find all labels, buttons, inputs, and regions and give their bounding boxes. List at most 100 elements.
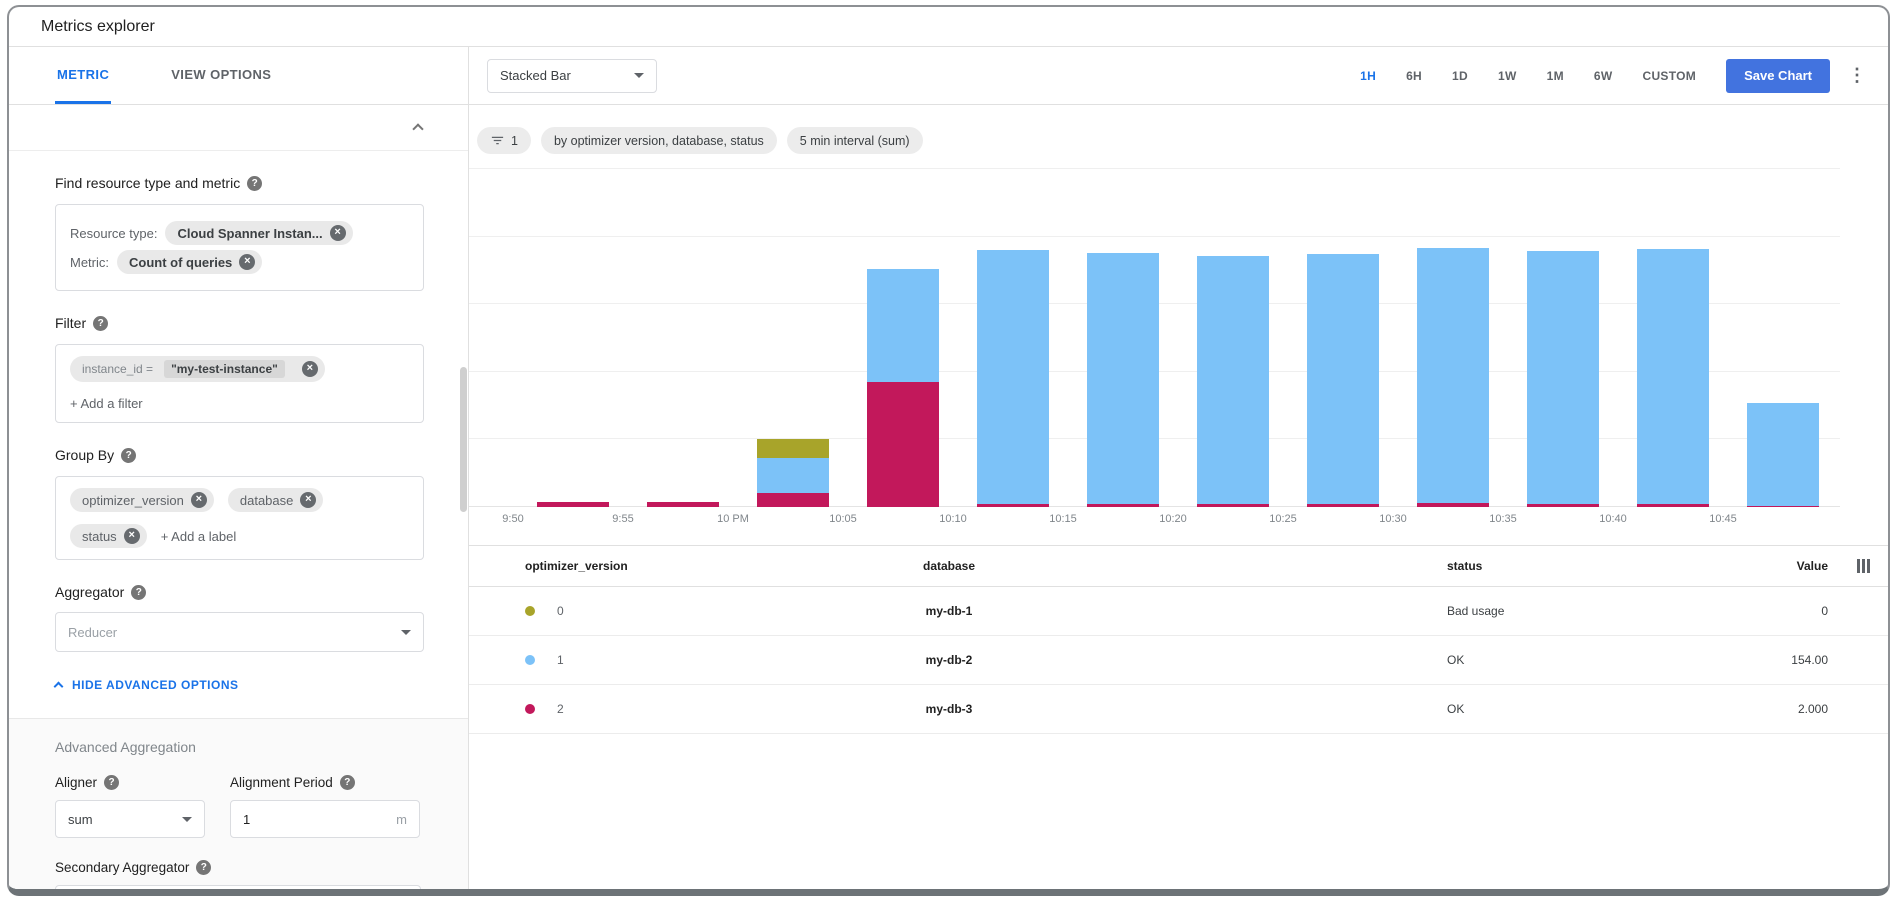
stacked-bar[interactable] [1747, 403, 1819, 507]
legend-row[interactable]: 0my-db-1Bad usage0 [469, 587, 1888, 636]
bar-segment-blue[interactable] [1527, 251, 1599, 504]
time-range-6w[interactable]: 6W [1594, 69, 1613, 83]
column-settings-icon[interactable] [1857, 559, 1870, 573]
help-icon[interactable]: ? [104, 775, 119, 790]
legend-optimizer-cell: 1 [525, 653, 564, 667]
panel-scrollbar-thumb[interactable] [460, 367, 467, 512]
aligner-label: Aligner [55, 775, 97, 790]
resource-type-chip[interactable]: Cloud Spanner Instan... × [165, 221, 352, 245]
add-filter-link[interactable]: + Add a filter [70, 396, 409, 411]
time-range-1m[interactable]: 1M [1547, 69, 1564, 83]
stacked-bar-plot: 0100200300400500 [469, 159, 1840, 507]
time-range-6h[interactable]: 6H [1406, 69, 1422, 83]
time-range-1d[interactable]: 1D [1452, 69, 1468, 83]
secondary-aggregator-select[interactable]: none [55, 885, 421, 889]
bar-segment-blue[interactable] [1087, 253, 1159, 504]
stacked-bar[interactable] [1197, 256, 1269, 507]
help-icon[interactable]: ? [121, 448, 136, 463]
bar-segment-blue[interactable] [1637, 249, 1709, 505]
stacked-bar[interactable] [757, 439, 829, 507]
bar-segment-blue[interactable] [977, 250, 1049, 504]
tab-metric[interactable]: METRIC [55, 47, 111, 104]
group-by-label: Group By [55, 447, 114, 463]
bar-segment-blue[interactable] [1417, 248, 1489, 503]
chart-type-select[interactable]: Stacked Bar [487, 59, 657, 93]
status-value: OK [1447, 653, 1464, 667]
bar-segment-crimson[interactable] [757, 493, 829, 507]
bar-segment-blue[interactable] [1197, 256, 1269, 505]
remove-chip-icon[interactable]: × [300, 492, 316, 508]
window-titlebar: Metrics explorer [9, 7, 1888, 47]
help-icon[interactable]: ? [131, 585, 146, 600]
legend-optimizer-cell: 0 [525, 604, 564, 618]
secondary-aggregator-label: Secondary Aggregator [55, 860, 189, 875]
bar-slot [469, 159, 513, 507]
time-range-custom[interactable]: CUSTOM [1642, 69, 1696, 83]
filter-chip[interactable]: instance_id = "my-test-instance" × [70, 356, 325, 382]
legend-row[interactable]: 2my-db-3OK2.000 [469, 685, 1888, 734]
x-axis-tick-label: 9:50 [502, 513, 523, 525]
group-by-chip[interactable]: optimizer_version× [70, 488, 214, 512]
remove-chip-icon[interactable]: × [239, 254, 255, 270]
x-axis-tick-label: 10:30 [1379, 513, 1407, 525]
bar-segment-blue[interactable] [1307, 254, 1379, 505]
panel-tabs: METRIC VIEW OPTIONS [9, 47, 468, 105]
filter-count-chip[interactable]: 1 [477, 127, 531, 154]
save-chart-button[interactable]: Save Chart [1726, 59, 1830, 93]
filter-box: instance_id = "my-test-instance" × + Add… [55, 344, 424, 423]
help-icon[interactable]: ? [93, 316, 108, 331]
help-icon[interactable]: ? [340, 775, 355, 790]
stacked-bar[interactable] [1307, 254, 1379, 507]
metric-chip[interactable]: Count of queries × [117, 250, 262, 274]
remove-chip-icon[interactable]: × [124, 528, 140, 544]
stacked-bar[interactable] [867, 269, 939, 507]
stacked-bar[interactable] [977, 250, 1049, 507]
stacked-bar[interactable] [1527, 251, 1599, 507]
status-value: OK [1447, 702, 1464, 716]
remove-chip-icon[interactable]: × [191, 492, 207, 508]
aggregator-select[interactable]: Reducer [55, 612, 424, 652]
aggregator-label-row: Aggregator ? [55, 584, 424, 600]
page-title: Metrics explorer [41, 18, 155, 36]
remove-chip-icon[interactable]: × [302, 361, 318, 377]
x-axis-labels: 9:509:5510 PM10:0510:1010:1510:2010:2510… [469, 507, 1840, 531]
bars-container [469, 159, 1833, 507]
alignment-period-input[interactable] [243, 812, 396, 827]
alignment-period-label: Alignment Period [230, 775, 333, 790]
chevron-down-icon [401, 630, 411, 635]
stacked-bar[interactable] [1417, 248, 1489, 507]
stacked-bar[interactable] [1087, 253, 1159, 507]
add-label-link[interactable]: + Add a label [161, 529, 237, 544]
more-options-icon[interactable]: ⋮ [1848, 65, 1866, 86]
help-icon[interactable]: ? [247, 176, 262, 191]
bar-segment-blue[interactable] [757, 458, 829, 493]
status-value: Bad usage [1447, 604, 1504, 618]
bar-segment-crimson[interactable] [867, 382, 939, 507]
time-range-1h[interactable]: 1H [1360, 69, 1376, 83]
aligner-label-row: Aligner ? [55, 775, 230, 790]
bar-slot [953, 159, 1063, 507]
collapse-card-icon[interactable] [412, 123, 423, 134]
aligner-select[interactable]: sum [55, 800, 205, 838]
bar-slot [1503, 159, 1613, 507]
database-value: my-db-2 [769, 653, 1129, 667]
alignment-period-label-row: Alignment Period ? [230, 775, 355, 790]
metric-config-panel: METRIC VIEW OPTIONS Find resource type a… [9, 47, 469, 889]
tab-view-options[interactable]: VIEW OPTIONS [169, 47, 273, 104]
x-axis-tick-label: 10:25 [1269, 513, 1297, 525]
filter-label-row: Filter ? [55, 315, 424, 331]
hide-advanced-options-link[interactable]: HIDE ADVANCED OPTIONS [55, 678, 468, 692]
time-range-1w[interactable]: 1W [1498, 69, 1517, 83]
resource-metric-box: Resource type: Cloud Spanner Instan... ×… [55, 204, 424, 291]
filter-chip-value: "my-test-instance" [164, 360, 285, 378]
bar-segment-blue[interactable] [867, 269, 939, 382]
bar-segment-olive[interactable] [757, 439, 829, 458]
stacked-bar[interactable] [1637, 249, 1709, 507]
help-icon[interactable]: ? [196, 860, 211, 875]
bar-segment-blue[interactable] [1747, 403, 1819, 506]
remove-chip-icon[interactable]: × [330, 225, 346, 241]
legend-row[interactable]: 1my-db-2OK154.00 [469, 636, 1888, 685]
group-by-chip[interactable]: status× [70, 524, 147, 548]
bar-slot [1723, 159, 1833, 507]
group-by-chip[interactable]: database× [228, 488, 324, 512]
